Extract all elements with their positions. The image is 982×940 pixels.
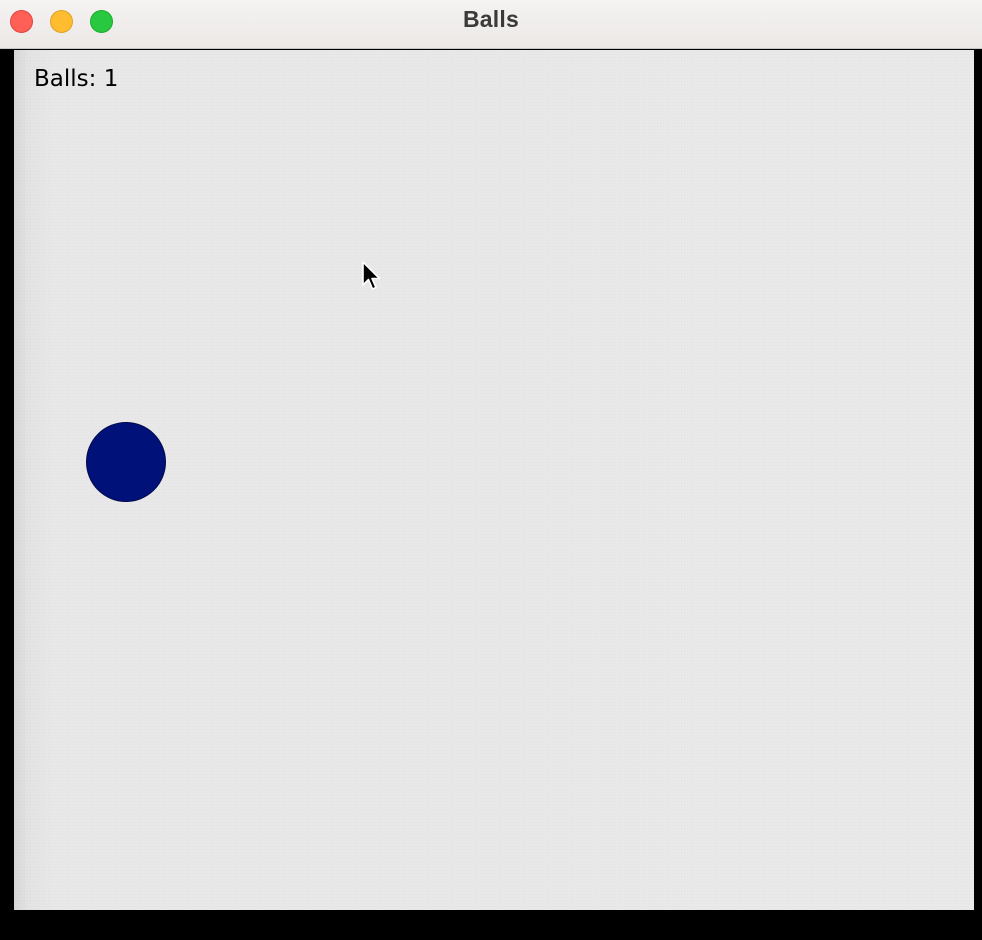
game-canvas[interactable]: Balls: 1: [14, 50, 974, 910]
title-bar[interactable]: Balls: [0, 0, 982, 49]
app-window: Balls Balls: 1: [0, 0, 982, 940]
ball[interactable]: [86, 422, 166, 502]
window-title: Balls: [463, 6, 519, 32]
arrow-pointer-icon: [362, 261, 381, 290]
ball-counter: Balls: 1: [34, 66, 119, 92]
